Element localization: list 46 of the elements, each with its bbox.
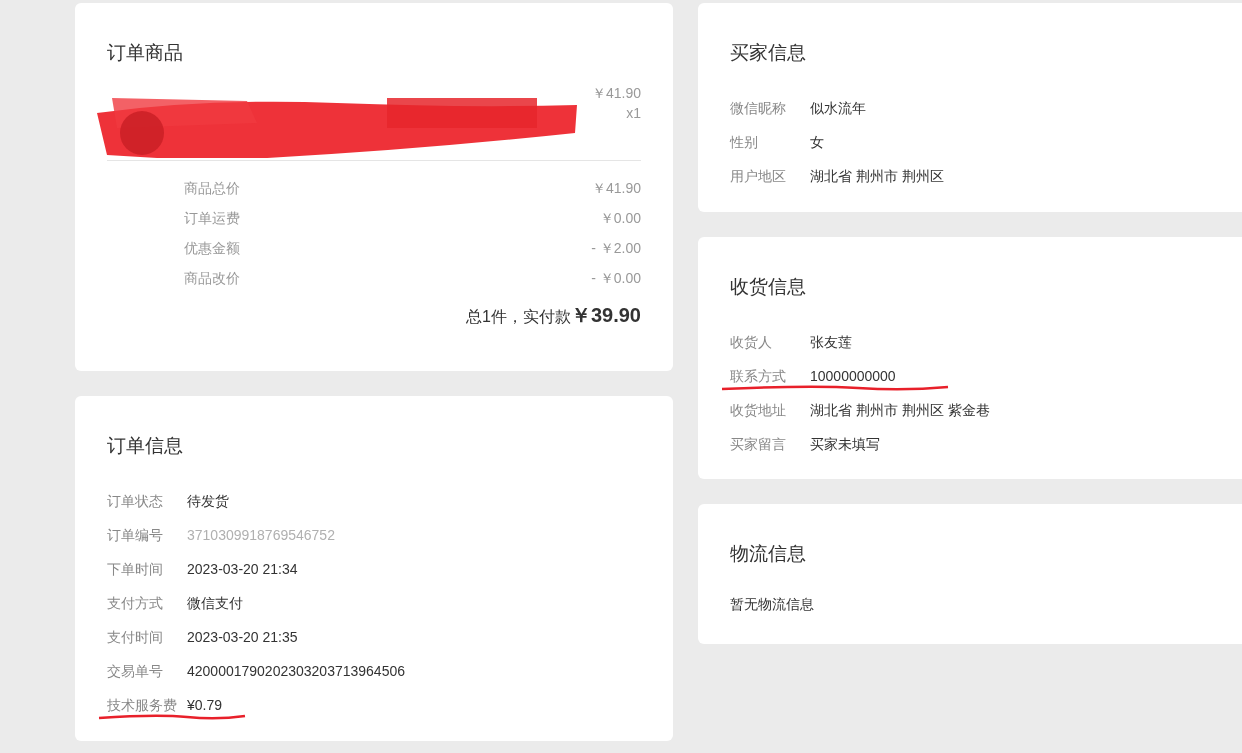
card-title: 订单信息 xyxy=(107,434,184,458)
field-value: 微信支付 xyxy=(187,594,243,613)
item-price: ￥41.90 xyxy=(591,84,641,103)
summary-value: - ￥0.00 xyxy=(591,269,641,288)
card-title: 买家信息 xyxy=(730,41,807,65)
field-label: 收货人 xyxy=(730,333,773,352)
field-label: 订单状态 xyxy=(107,492,164,511)
field-label: 收货地址 xyxy=(730,401,787,420)
field-value: 10000000000 xyxy=(810,367,896,386)
field-label: 技术服务费 xyxy=(107,696,178,715)
summary-label: 优惠金额 xyxy=(184,239,240,258)
total-label: 总1件，实付款 xyxy=(466,307,571,327)
field-label: 支付方式 xyxy=(107,594,164,613)
field-value: 张友莲 xyxy=(810,333,852,352)
field-value: 似水流年 xyxy=(810,99,866,118)
field-label: 下单时间 xyxy=(107,560,164,579)
field-value: ¥0.79 xyxy=(187,696,223,715)
empty-message: 暂无物流信息 xyxy=(730,596,814,612)
field-value: 4200001790202303203713964506 xyxy=(187,662,405,681)
field-value: 3710309918769546752 xyxy=(187,526,335,545)
field-value: 湖北省 荆州市 荆州区 紫金巷 xyxy=(810,401,990,420)
field-label: 用户地区 xyxy=(730,167,787,186)
field-label: 交易单号 xyxy=(107,662,164,681)
field-label: 微信昵称 xyxy=(730,99,787,118)
summary-label: 订单运费 xyxy=(184,209,240,228)
field-value: 买家未填写 xyxy=(810,435,880,454)
field-value: 待发货 xyxy=(187,492,229,511)
total-amount: ￥39.90 xyxy=(570,303,641,328)
field-value: 湖北省 荆州市 荆州区 xyxy=(810,167,944,186)
summary-value: - ￥2.00 xyxy=(591,239,641,258)
field-label: 买家留言 xyxy=(730,435,787,454)
card-title: 订单商品 xyxy=(107,41,184,65)
field-value: 2023-03-20 21:35 xyxy=(187,628,298,647)
summary-value: ￥0.00 xyxy=(599,209,641,228)
card-title: 收货信息 xyxy=(730,275,807,299)
field-label: 性别 xyxy=(730,133,759,152)
item-quantity: x1 xyxy=(626,104,641,123)
field-value: 2023-03-20 21:34 xyxy=(187,560,298,579)
field-label: 联系方式 xyxy=(730,367,787,386)
field-label: 订单编号 xyxy=(107,526,164,545)
field-label: 支付时间 xyxy=(107,628,164,647)
field-value: 女 xyxy=(810,133,824,152)
card-title: 物流信息 xyxy=(730,542,807,566)
summary-label: 商品总价 xyxy=(184,179,240,198)
summary-label: 商品改价 xyxy=(184,269,240,288)
summary-value: ￥41.90 xyxy=(591,179,641,198)
